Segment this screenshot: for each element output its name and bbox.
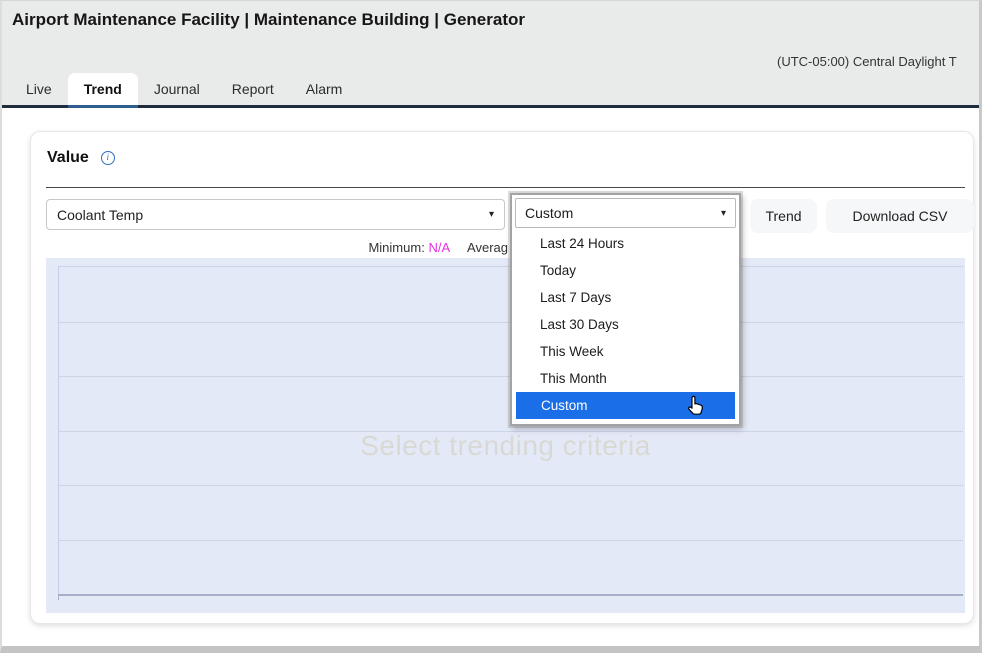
panel-heading: Value	[47, 149, 89, 167]
timezone-label: (UTC-05:00) Central Daylight T	[777, 54, 957, 69]
average-label-partial: Averag	[467, 240, 508, 255]
gridline	[59, 540, 963, 541]
point-select[interactable]: Coolant Temp ▾	[46, 199, 505, 230]
menu-item-this-week[interactable]: This Week	[515, 338, 736, 365]
point-select-value: Coolant Temp	[57, 207, 143, 223]
minimum-label: Minimum:	[368, 240, 424, 255]
gridline	[59, 485, 963, 486]
trend-chart-area: Select trending criteria	[46, 258, 965, 613]
chart-placeholder-text: Select trending criteria	[46, 430, 965, 462]
range-dropdown: Custom ▾ Last 24 HoursTodayLast 7 DaysLa…	[510, 193, 741, 426]
menu-item-last-7-days[interactable]: Last 7 Days	[515, 284, 736, 311]
app-window: Airport Maintenance Facility | Maintenan…	[0, 0, 982, 653]
page-title: Airport Maintenance Facility | Maintenan…	[12, 10, 525, 30]
minimum-value: N/A	[428, 240, 449, 255]
trend-panel: Value i Coolant Temp ▾ Trend Download CS…	[30, 131, 974, 624]
mouse-cursor-hand-icon	[685, 394, 707, 421]
header-divider	[2, 105, 979, 108]
tab-trend[interactable]: Trend	[68, 73, 138, 105]
menu-item-last-24-hours[interactable]: Last 24 Hours	[515, 230, 736, 257]
tab-alarm[interactable]: Alarm	[290, 73, 359, 105]
trend-button[interactable]: Trend	[750, 199, 817, 233]
stats-line: Minimum: N/A Averag	[46, 240, 508, 255]
range-select[interactable]: Custom ▾	[515, 198, 736, 228]
range-menu: Last 24 HoursTodayLast 7 DaysLast 30 Day…	[515, 228, 736, 421]
menu-item-this-month[interactable]: This Month	[515, 365, 736, 392]
tab-bar: LiveTrendJournalReportAlarm	[10, 73, 358, 105]
axis-tick	[58, 594, 59, 600]
menu-item-last-30-days[interactable]: Last 30 Days	[515, 311, 736, 338]
panel-header: Value i	[47, 149, 115, 167]
info-icon[interactable]: i	[101, 151, 115, 165]
heading-divider	[46, 187, 965, 188]
chevron-down-icon: ▾	[489, 209, 494, 220]
tab-report[interactable]: Report	[216, 73, 290, 105]
download-csv-button[interactable]: Download CSV	[826, 199, 974, 233]
range-select-value: Custom	[525, 205, 573, 221]
tab-journal[interactable]: Journal	[138, 73, 216, 105]
menu-item-today[interactable]: Today	[515, 257, 736, 284]
chevron-down-icon: ▾	[721, 208, 726, 219]
tab-live[interactable]: Live	[10, 73, 68, 105]
header: Airport Maintenance Facility | Maintenan…	[2, 1, 979, 105]
